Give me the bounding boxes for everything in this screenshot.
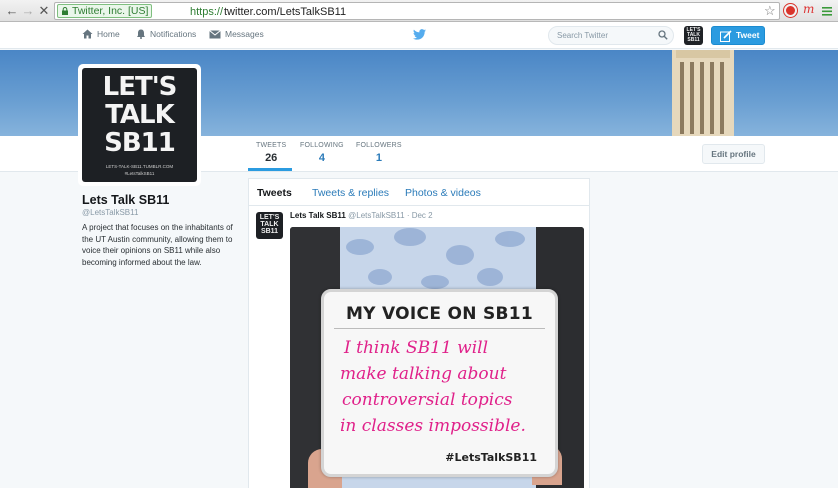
stat-following-value: 4 xyxy=(318,152,325,164)
tab-photos-videos[interactable]: Photos & videos xyxy=(405,187,481,199)
profile-handle[interactable]: @LetsTalkSB11 xyxy=(82,208,138,217)
forward-icon[interactable]: → xyxy=(20,3,36,19)
stop-icon[interactable]: ✕ xyxy=(36,3,52,19)
tweet-author-handle[interactable]: @LetsTalkSB11 xyxy=(348,211,404,220)
lock-icon xyxy=(62,7,68,15)
avatar-hashtag-text: #LetsTalkSB11 xyxy=(124,171,155,176)
avatar-image: LET'S TALK SB11 LETS-TALK-SB11.TUMBLR.CO… xyxy=(82,68,197,182)
address-bar[interactable]: Twitter, Inc. [US] https:// twitter.com/… xyxy=(54,2,780,20)
envelope-icon xyxy=(209,29,221,38)
whiteboard-line-1: I think SB11 will xyxy=(344,338,489,358)
whiteboard-line-3: controversial topics xyxy=(342,390,513,410)
whiteboard: MY VOICE ON SB11 I think SB11 will make … xyxy=(321,289,558,477)
tweet-avatar-text: LET'S TALK SB11 xyxy=(259,214,280,235)
banner-tower-top xyxy=(676,50,730,58)
stat-followers-label: FOLLOWERS xyxy=(356,142,402,149)
banner-tower-image xyxy=(672,50,734,136)
tab-tweets[interactable]: Tweets xyxy=(257,187,292,199)
avatar-text-line1: LET'S xyxy=(102,72,178,102)
nav-messages[interactable]: Messages xyxy=(209,29,264,39)
timeline: Tweets Tweets & replies Photos & videos … xyxy=(248,178,590,488)
compose-icon xyxy=(720,30,732,42)
timeline-tabs: Tweets Tweets & replies Photos & videos xyxy=(249,179,589,206)
bell-icon xyxy=(137,29,145,39)
menu-icon[interactable] xyxy=(822,4,832,17)
url-scheme: https:// xyxy=(190,6,224,18)
active-stat-underline xyxy=(248,168,292,171)
whiteboard-line-4: in classes impossible. xyxy=(340,416,526,436)
search-input[interactable]: Search Twitter xyxy=(548,26,674,45)
stat-following[interactable]: FOLLOWING 4 xyxy=(300,142,344,164)
tweet-photo[interactable]: MY VOICE ON SB11 I think SB11 will make … xyxy=(290,227,584,488)
bookmark-star-icon[interactable]: ☆ xyxy=(764,3,776,19)
whiteboard-hashtag: #LetsTalkSB11 xyxy=(445,451,537,464)
profile-bio: A project that focuses on the inhabitant… xyxy=(82,223,233,267)
ev-label: Twitter, Inc. [US] xyxy=(72,5,149,17)
stat-followers[interactable]: FOLLOWERS 1 xyxy=(356,142,402,164)
account-avatar[interactable]: LET'S TALK SB11 xyxy=(684,26,703,45)
tweet-header: Lets Talk SB11 @LetsTalkSB11 · Dec 2 xyxy=(290,211,433,220)
tab-tweets-replies[interactable]: Tweets & replies xyxy=(312,187,389,199)
tweet-date[interactable]: · Dec 2 xyxy=(407,211,433,220)
nav-home-label: Home xyxy=(97,29,120,39)
nav-home[interactable]: Home xyxy=(82,29,120,39)
nav-notifications-label: Notifications xyxy=(150,29,197,39)
compose-tweet-button[interactable]: Tweet xyxy=(711,26,765,45)
stat-tweets-value: 26 xyxy=(265,152,278,164)
mini-avatar-text: LET'S TALK SB11 xyxy=(686,27,701,43)
avatar-text-line2: TALK xyxy=(105,100,175,130)
whiteboard-line-2: make talking about xyxy=(340,364,507,384)
whiteboard-divider xyxy=(334,328,545,329)
search-icon[interactable] xyxy=(658,30,668,40)
tweet-avatar[interactable]: LET'S TALK SB11 xyxy=(256,212,283,239)
avatar-text-line3: SB11 xyxy=(104,128,176,158)
extension-shield-icon[interactable] xyxy=(784,4,797,17)
ev-certificate-badge[interactable]: Twitter, Inc. [US] xyxy=(57,4,153,18)
nav-notifications[interactable]: Notifications xyxy=(136,29,196,39)
profile-avatar[interactable]: LET'S TALK SB11 LETS-TALK-SB11.TUMBLR.CO… xyxy=(78,64,201,186)
stat-tweets-label: TWEETS xyxy=(256,142,287,149)
compose-tweet-label: Tweet xyxy=(736,30,760,40)
home-icon xyxy=(82,29,93,39)
edit-profile-button[interactable]: Edit profile xyxy=(702,144,765,164)
stat-tweets[interactable]: TWEETS 26 xyxy=(256,142,286,164)
extension-m-icon[interactable]: m xyxy=(803,3,816,16)
back-icon[interactable]: ← xyxy=(4,3,20,19)
stat-following-label: FOLLOWING xyxy=(300,142,344,149)
tweet-author-name[interactable]: Lets Talk SB11 xyxy=(290,211,346,220)
url-text: twitter.com/LetsTalkSB11 xyxy=(224,6,347,18)
stat-followers-value: 1 xyxy=(375,152,382,164)
browser-toolbar: ← → ✕ Twitter, Inc. [US] https:// twitte… xyxy=(0,0,838,22)
twitter-bird-icon[interactable] xyxy=(413,29,426,40)
search-placeholder: Search Twitter xyxy=(557,31,608,40)
whiteboard-title: MY VOICE ON SB11 xyxy=(345,304,534,324)
nav-messages-label: Messages xyxy=(225,29,264,39)
twitter-topbar: Home Notifications Messages Search Twitt… xyxy=(0,22,838,49)
avatar-url-text: LETS-TALK-SB11.TUMBLR.COM xyxy=(105,164,174,169)
profile-name[interactable]: Lets Talk SB11 xyxy=(82,193,169,207)
